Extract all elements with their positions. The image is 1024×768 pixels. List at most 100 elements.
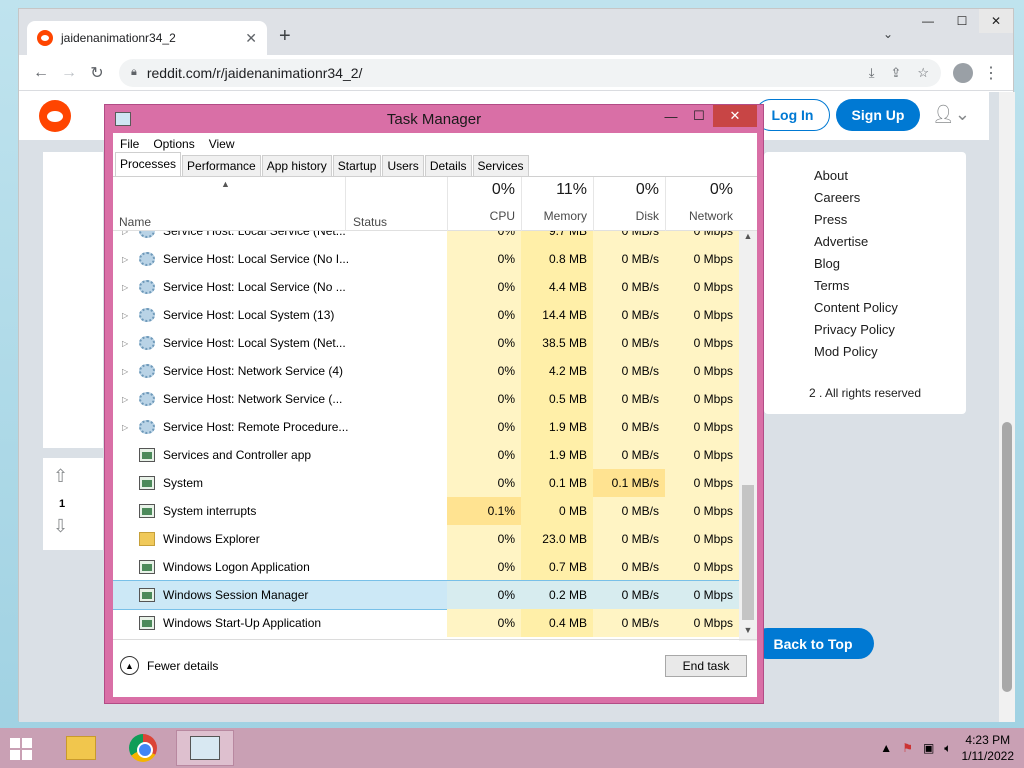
memory-total: 11% <box>556 181 587 198</box>
process-row[interactable]: ▷ Service Host: Network Service (... 0% 0.5… <box>113 385 757 413</box>
footer-link[interactable]: Careers <box>814 190 898 212</box>
expand-chevron-icon[interactable]: ▷ <box>122 231 128 236</box>
omnibox-actions: ⤓ ⇪ ☆ <box>869 65 929 81</box>
tab-services[interactable]: Services <box>472 155 529 176</box>
taskbar-chrome[interactable] <box>114 730 172 766</box>
footer-link[interactable]: Blog <box>814 256 898 278</box>
process-row[interactable]: Windows Explorer 0% 23.0 MB 0 MB/s 0 Mbps <box>113 525 757 553</box>
signup-button[interactable]: Sign Up <box>836 99 920 131</box>
footer-link[interactable]: Privacy Policy <box>814 322 898 344</box>
expand-chevron-icon[interactable]: ▷ <box>122 423 128 432</box>
new-tab-button[interactable]: + <box>279 25 291 48</box>
share-icon[interactable]: ⇪ <box>890 65 901 81</box>
tray-chevron-icon[interactable]: ▲ <box>880 741 892 756</box>
expand-chevron-icon[interactable]: ▷ <box>122 283 128 292</box>
start-button[interactable] <box>10 738 32 760</box>
footer-link[interactable]: Content Policy <box>814 300 898 322</box>
reload-icon[interactable]: ↻ <box>83 59 111 87</box>
tm-minimize-button[interactable]: — <box>657 105 685 127</box>
page-scrollbar[interactable] <box>999 92 1015 722</box>
column-disk-header[interactable]: 0% Disk <box>589 181 659 223</box>
tab-app-history[interactable]: App history <box>261 155 332 176</box>
upvote-icon[interactable]: ⇧ <box>53 466 68 487</box>
tab-startup[interactable]: Startup <box>332 155 382 176</box>
process-name: Services and Controller app <box>163 448 312 462</box>
process-row[interactable]: ▷ Service Host: Remote Procedure... 0% 1.9 … <box>113 413 757 441</box>
expand-chevron-icon[interactable]: ▷ <box>122 255 128 264</box>
expand-chevron-icon[interactable]: ▷ <box>122 367 128 376</box>
login-button[interactable]: Log In <box>755 99 830 131</box>
footer-link[interactable]: Terms <box>814 278 898 300</box>
expand-chevron-icon[interactable]: ▷ <box>122 395 128 404</box>
reddit-logo-icon[interactable] <box>39 100 71 132</box>
process-row[interactable]: ▷ Service Host: Local Service (No I... 0% 0… <box>113 245 757 273</box>
fewer-details-button[interactable]: ▲ Fewer details <box>120 656 218 675</box>
process-row[interactable]: Services and Controller app 0% 1.9 MB 0 MB/… <box>113 441 757 469</box>
menu-item[interactable]: File <box>120 137 139 151</box>
tab-users[interactable]: Users <box>382 155 424 176</box>
close-button[interactable]: ✕ <box>979 9 1013 33</box>
install-icon[interactable]: ⤓ <box>869 65 875 81</box>
footer-link[interactable]: Press <box>814 212 898 234</box>
process-row[interactable]: Windows Session Manager 0% 0.2 MB 0 MB/s 0 M… <box>113 580 757 610</box>
scrollbar-thumb[interactable] <box>1002 422 1012 692</box>
fewer-details-label: Fewer details <box>147 658 219 673</box>
column-status-header[interactable]: Status <box>353 215 387 229</box>
tab-close-icon[interactable]: ✕ <box>245 30 257 47</box>
footer-link[interactable]: Advertise <box>814 234 898 256</box>
downvote-icon[interactable]: ⇩ <box>53 516 68 537</box>
bookmark-star-icon[interactable]: ☆ <box>917 65 929 81</box>
forward-arrow-icon[interactable]: → <box>55 59 83 87</box>
tab-search-chevron-icon[interactable]: ⌄ <box>883 27 893 41</box>
profile-icon[interactable] <box>949 59 977 87</box>
flag-icon[interactable]: ⚑ <box>902 741 913 756</box>
process-row[interactable]: Windows Logon Application 0% 0.7 MB 0 MB/s 0… <box>113 553 757 581</box>
process-cpu: 0.1% <box>447 497 521 525</box>
process-memory: 4.4 MB <box>521 273 593 301</box>
browser-tab[interactable]: jaidenanimationr34_2 ✕ <box>27 21 267 55</box>
menu-item[interactable]: View <box>209 137 235 151</box>
column-cpu-header[interactable]: 0% CPU <box>445 181 515 223</box>
task-manager-titlebar[interactable]: Task Manager — ☐ ✕ <box>105 105 763 133</box>
network-icon[interactable]: ▣ <box>923 741 934 756</box>
column-memory-header[interactable]: 11% Memory <box>517 181 587 223</box>
column-name-header[interactable]: Name <box>119 215 151 229</box>
process-row[interactable]: ▷ Service Host: Local Service (Net... 0% 9.… <box>113 231 757 245</box>
expand-chevron-icon[interactable]: ▷ <box>122 311 128 320</box>
process-row[interactable]: System 0% 0.1 MB 0.1 MB/s 0 Mbps <box>113 469 757 497</box>
menu-kebab-icon[interactable]: ⋮ <box>977 59 1005 87</box>
address-bar[interactable]: 🔒︎ reddit.com/r/jaidenanimationr34_2/ ⤓ … <box>119 58 941 87</box>
footer-link[interactable]: Mod Policy <box>814 344 898 366</box>
taskbar-task-manager[interactable] <box>176 730 234 766</box>
process-name: Service Host: Local Service (Net... <box>163 231 346 238</box>
volume-icon[interactable]: 🔈︎ <box>944 741 951 756</box>
tm-maximize-button[interactable]: ☐ <box>685 105 713 127</box>
end-task-button[interactable]: End task <box>665 655 747 677</box>
process-row[interactable]: System interrupts 0.1% 0 MB 0 MB/s 0 Mbps <box>113 497 757 525</box>
user-menu-icon[interactable]: 👤︎⌄ <box>932 104 970 125</box>
tab-processes[interactable]: Processes <box>115 152 182 176</box>
column-divider <box>345 177 346 231</box>
minimize-button[interactable]: — <box>911 9 945 33</box>
tab-performance[interactable]: Performance <box>182 155 261 176</box>
process-list-scrollbar[interactable]: ▲ ▼ <box>739 231 757 641</box>
menu-item[interactable]: Options <box>153 137 194 151</box>
column-network-header[interactable]: 0% Network <box>663 181 733 223</box>
maximize-button[interactable]: ☐ <box>945 9 979 33</box>
process-row[interactable]: Windows Start-Up Application 0% 0.4 MB 0 MB… <box>113 609 757 637</box>
taskbar-explorer[interactable] <box>52 730 110 766</box>
process-row[interactable]: ▷ Service Host: Local Service (No ... 0% 4.… <box>113 273 757 301</box>
scroll-up-icon[interactable]: ▲ <box>739 231 757 247</box>
process-row[interactable]: ▷ Service Host: Local System (13) 0% 14.4 M… <box>113 301 757 329</box>
clock[interactable]: 4:23 PM 1/11/2022 <box>962 732 1015 764</box>
process-row[interactable]: ▷ Service Host: Network Service (4) 0% 4.2 … <box>113 357 757 385</box>
back-arrow-icon[interactable]: ← <box>27 59 55 87</box>
process-disk: 0 MB/s <box>593 385 665 413</box>
footer-link[interactable]: About <box>814 168 898 190</box>
tm-close-button[interactable]: ✕ <box>713 105 757 127</box>
process-row[interactable]: ▷ Service Host: Local System (Net... 0% 38.… <box>113 329 757 357</box>
tab-details[interactable]: Details <box>424 155 472 176</box>
process-scroll-thumb[interactable] <box>742 485 754 620</box>
back-to-top-button[interactable]: Back to Top <box>752 628 874 659</box>
expand-chevron-icon[interactable]: ▷ <box>122 339 128 348</box>
